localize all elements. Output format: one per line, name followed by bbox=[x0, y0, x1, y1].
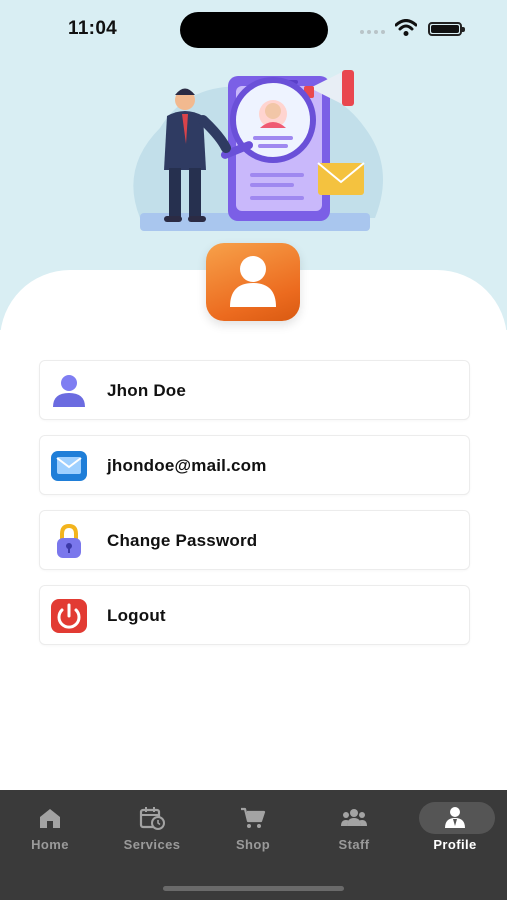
tab-profile-label: Profile bbox=[433, 837, 477, 852]
profile-avatar bbox=[206, 243, 300, 321]
power-icon bbox=[51, 599, 87, 633]
home-icon bbox=[40, 809, 60, 828]
profile-menu: Jhon Doe jhondoe@mail.com Change Passwor… bbox=[39, 360, 470, 660]
tab-profile[interactable]: Profile bbox=[410, 802, 500, 862]
mail-icon bbox=[51, 451, 87, 481]
person-badge-icon bbox=[445, 807, 465, 828]
wifi-icon bbox=[395, 19, 417, 36]
battery-icon bbox=[428, 22, 465, 36]
dynamic-island bbox=[180, 12, 328, 48]
tab-staff[interactable]: Staff bbox=[309, 802, 399, 862]
tab-home[interactable]: Home bbox=[5, 802, 95, 862]
group-icon bbox=[341, 809, 367, 826]
status-time: 11:04 bbox=[68, 18, 118, 39]
profile-email-label: jhondoe@mail.com bbox=[107, 456, 267, 475]
cellular-signal-icon bbox=[360, 30, 385, 34]
profile-name-row[interactable]: Jhon Doe bbox=[39, 360, 470, 420]
calendar-clock-icon bbox=[139, 807, 165, 830]
user-icon bbox=[53, 375, 85, 407]
status-bar: 11:04 bbox=[0, 0, 507, 56]
tab-home-label: Home bbox=[31, 837, 69, 852]
profile-email-row[interactable]: jhondoe@mail.com bbox=[39, 435, 470, 495]
tab-staff-label: Staff bbox=[338, 837, 370, 852]
recruitment-illustration bbox=[133, 70, 383, 231]
logout-row[interactable]: Logout bbox=[39, 585, 470, 645]
avatar-person-icon bbox=[230, 256, 276, 307]
profile-name-label: Jhon Doe bbox=[107, 381, 187, 400]
change-password-row[interactable]: Change Password bbox=[39, 510, 470, 570]
bottom-tab-bar: Home Services Shop Staff Profile bbox=[0, 790, 507, 900]
home-indicator bbox=[163, 886, 344, 891]
tab-services[interactable]: Services bbox=[107, 802, 197, 862]
cart-icon bbox=[241, 807, 266, 828]
tab-services-label: Services bbox=[123, 837, 181, 852]
tab-shop[interactable]: Shop bbox=[208, 802, 298, 862]
change-password-label: Change Password bbox=[107, 531, 258, 550]
tab-shop-label: Shop bbox=[235, 837, 271, 852]
lock-icon bbox=[57, 523, 81, 558]
logout-label: Logout bbox=[107, 606, 166, 625]
